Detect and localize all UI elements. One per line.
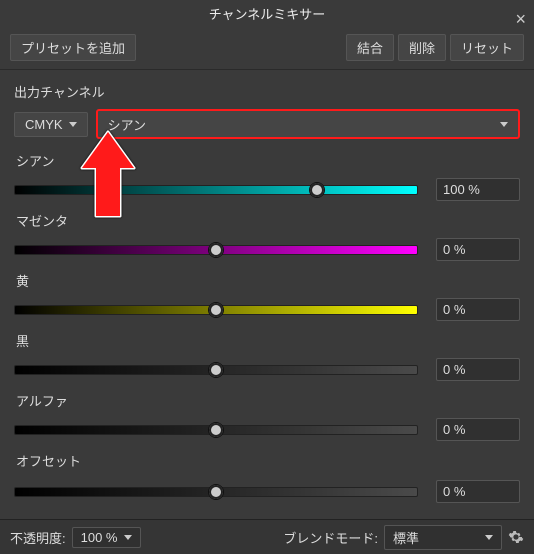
toolbar: プリセットを追加 結合 削除 リセット: [0, 30, 534, 70]
blend-mode-value: 標準: [393, 528, 419, 547]
alpha-value-input[interactable]: [436, 418, 520, 441]
add-preset-button[interactable]: プリセットを追加: [10, 34, 136, 61]
slider-row: [14, 298, 520, 321]
color-mode-value: CMYK: [25, 117, 63, 132]
output-channel-section: 出力チャンネル CMYK シアン: [0, 70, 534, 143]
output-channel-label: 出力チャンネル: [14, 82, 520, 101]
color-mode-dropdown[interactable]: CMYK: [14, 112, 88, 137]
black-value-input[interactable]: [436, 358, 520, 381]
slider-row: [14, 358, 520, 381]
gear-icon[interactable]: [508, 529, 524, 545]
channel-value: シアン: [108, 115, 146, 134]
slider-label: 黒: [16, 331, 520, 350]
slider-row: [14, 418, 520, 441]
black-slider[interactable]: [14, 365, 418, 375]
chevron-down-icon: [69, 122, 77, 127]
cyan-value-input[interactable]: [436, 178, 520, 201]
reset-button[interactable]: リセット: [450, 34, 524, 61]
slider-label: マゼンタ: [16, 211, 520, 230]
slider-row: [14, 178, 520, 201]
chevron-down-icon: [485, 535, 493, 540]
delete-button[interactable]: 削除: [398, 34, 446, 61]
slider-thumb[interactable]: [208, 302, 224, 318]
slider-row: [14, 238, 520, 261]
channel-dropdown[interactable]: シアン: [96, 109, 520, 139]
blend-mode-label: ブレンドモード:: [283, 528, 378, 547]
opacity-dropdown[interactable]: 100 %: [72, 527, 141, 548]
alpha-slider[interactable]: [14, 425, 418, 435]
chevron-down-icon: [500, 122, 508, 127]
sliders-area: シアンマゼンタ黄黒アルファ: [0, 143, 534, 441]
opacity-value: 100 %: [81, 530, 118, 545]
merge-button[interactable]: 結合: [346, 34, 394, 61]
slider-label: 黄: [16, 271, 520, 290]
offset-value-input[interactable]: [436, 480, 520, 503]
magenta-slider[interactable]: [14, 245, 418, 255]
bottom-bar: 不透明度: 100 % ブレンドモード: 標準: [0, 519, 534, 554]
yellow-value-input[interactable]: [436, 298, 520, 321]
offset-slider-row: [14, 480, 520, 503]
panel-title: チャンネルミキサー: [209, 7, 326, 22]
cyan-slider[interactable]: [14, 185, 418, 195]
yellow-slider[interactable]: [14, 305, 418, 315]
blend-mode-dropdown[interactable]: 標準: [384, 525, 502, 550]
slider-group-yellow: 黄: [14, 271, 520, 321]
magenta-value-input[interactable]: [436, 238, 520, 261]
slider-thumb[interactable]: [309, 182, 325, 198]
slider-thumb[interactable]: [208, 242, 224, 258]
slider-group-cyan: シアン: [14, 151, 520, 201]
slider-group-magenta: マゼンタ: [14, 211, 520, 261]
close-icon[interactable]: ×: [515, 4, 526, 34]
offset-slider[interactable]: [14, 487, 418, 497]
slider-label: アルファ: [16, 391, 520, 410]
slider-thumb[interactable]: [208, 484, 224, 500]
offset-label: オフセット: [16, 451, 534, 470]
slider-thumb[interactable]: [208, 362, 224, 378]
opacity-label: 不透明度:: [10, 528, 66, 547]
slider-thumb[interactable]: [208, 422, 224, 438]
chevron-down-icon: [124, 535, 132, 540]
slider-group-alpha: アルファ: [14, 391, 520, 441]
slider-label: シアン: [16, 151, 520, 170]
title-bar: チャンネルミキサー ×: [0, 0, 534, 30]
slider-group-black: 黒: [14, 331, 520, 381]
